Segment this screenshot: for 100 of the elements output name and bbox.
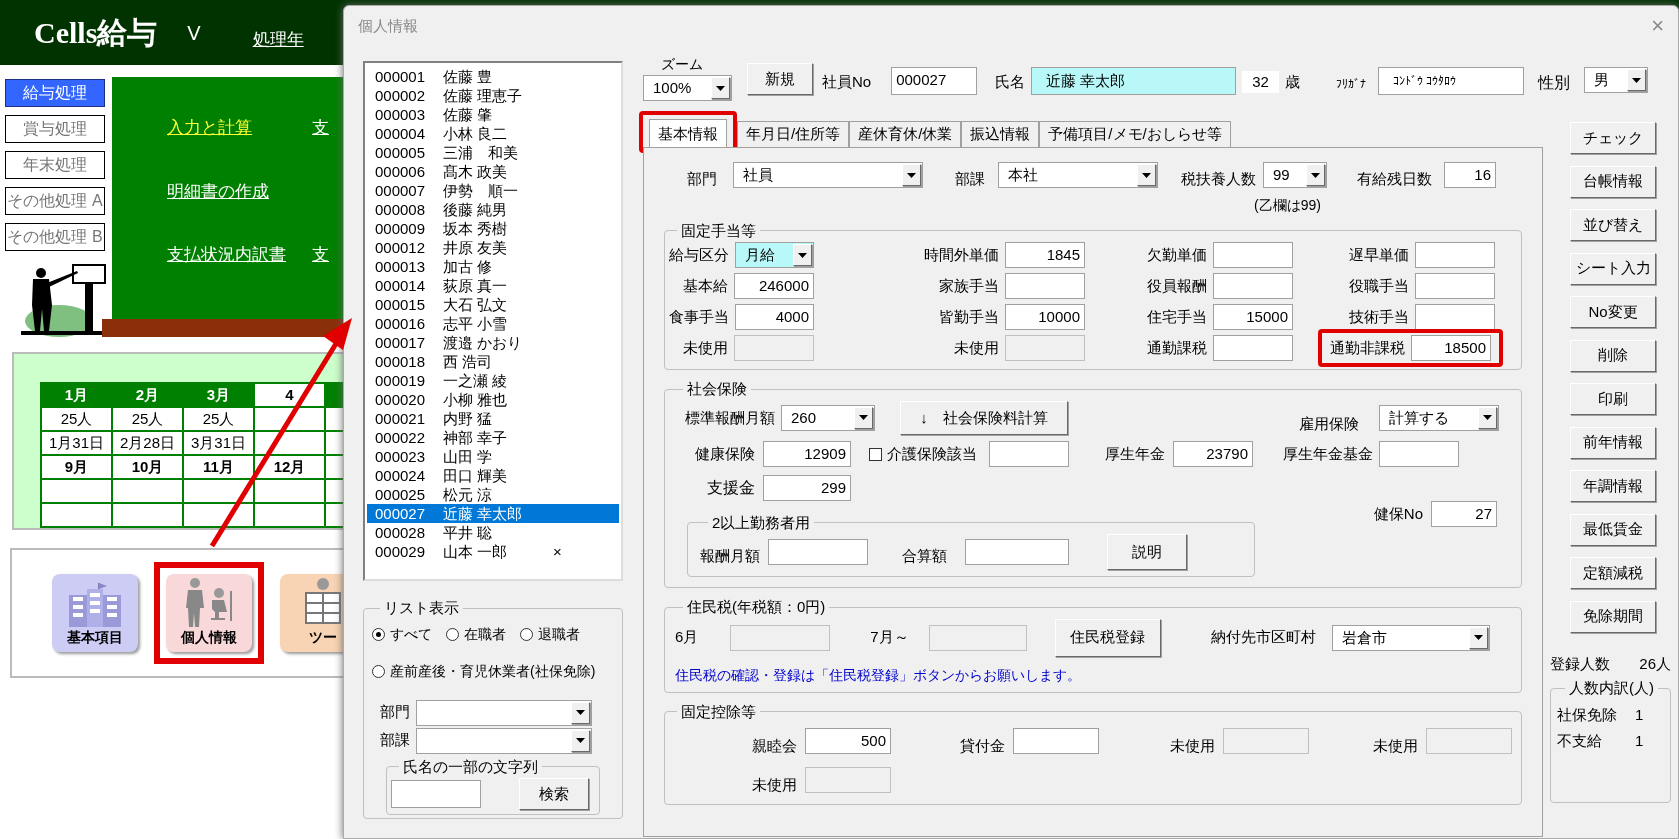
text-field[interactable]: 500 <box>805 728 891 755</box>
radio-button[interactable] <box>372 664 385 678</box>
dropdown-field[interactable]: 計算する <box>1379 404 1499 431</box>
text-field[interactable]: 18500 <box>1411 335 1491 361</box>
list-item[interactable]: 000018 西 浩司 <box>367 352 619 371</box>
dropdown-button[interactable] <box>854 406 873 429</box>
list-item[interactable]: 000003 佐藤 肇 <box>367 105 619 124</box>
dropdown-button[interactable] <box>793 244 812 266</box>
button[interactable]: 台帳情報 <box>1570 165 1656 198</box>
dropdown-button[interactable] <box>1468 626 1488 649</box>
nav-button[interactable]: 賞与処理 <box>5 115 105 143</box>
text-field[interactable] <box>1415 242 1495 268</box>
text-field[interactable]: 12909 <box>763 441 851 467</box>
dropdown-field[interactable]: 260 <box>781 404 875 431</box>
button[interactable]: 定額減税 <box>1570 557 1656 589</box>
list-item[interactable]: 000013 加古 修 <box>367 257 619 276</box>
tool-button[interactable]: 基本項目 <box>52 574 138 652</box>
tab[interactable]: 基本情報 <box>649 119 727 149</box>
text-field[interactable] <box>1213 335 1293 361</box>
text-field[interactable]: 246000 <box>734 273 814 299</box>
text-field[interactable]: 23790 <box>1173 441 1253 467</box>
list-item[interactable]: 000023 山田 学 <box>367 447 619 466</box>
list-item[interactable]: 000008 後藤 純男 <box>367 200 619 219</box>
dropdown-button[interactable] <box>1478 406 1497 429</box>
menu-link[interactable]: 入力と計算 <box>167 115 312 141</box>
dropdown-field[interactable] <box>416 727 592 754</box>
dropdown-field[interactable]: 99 <box>1263 162 1327 189</box>
tool-button[interactable]: 個人情報 <box>166 574 252 652</box>
dropdown-field[interactable]: 岩倉市 <box>1331 624 1490 651</box>
text-field[interactable]: 27 <box>1431 501 1497 527</box>
dropdown-button[interactable] <box>1626 69 1646 91</box>
nav-button[interactable]: 年末処理 <box>5 151 105 179</box>
dropdown-field[interactable] <box>416 699 592 726</box>
checkbox[interactable] <box>869 447 882 461</box>
dropdown-button[interactable] <box>1306 164 1325 187</box>
dropdown-button[interactable] <box>571 729 590 752</box>
dropdown-field[interactable]: 100% <box>643 75 732 101</box>
text-field[interactable]: 16 <box>1444 162 1496 189</box>
text-field[interactable] <box>391 780 481 808</box>
button[interactable]: 説明 <box>1107 534 1187 570</box>
text-field[interactable]: 15000 <box>1213 304 1293 330</box>
button[interactable]: ↓ 社会保険料計算 <box>900 400 1068 435</box>
nav-button[interactable]: 給与処理 <box>5 79 105 107</box>
nav-button[interactable]: その他処理 A <box>5 187 105 215</box>
text-field[interactable]: 000027 <box>891 67 978 95</box>
dropdown-field[interactable]: 本社 <box>998 162 1158 189</box>
tab[interactable]: 振込情報 <box>961 121 1040 147</box>
text-field[interactable] <box>1415 273 1495 299</box>
list-item[interactable]: 000027 近藤 幸太郎 <box>367 504 619 523</box>
button[interactable]: 最低賃金 <box>1570 513 1656 546</box>
text-field[interactable] <box>1005 273 1085 299</box>
text-field[interactable]: 1845 <box>1005 242 1085 268</box>
list-item[interactable]: 000016 志平 小雪 <box>367 314 619 333</box>
button[interactable]: 前年情報 <box>1570 426 1656 459</box>
list-item[interactable]: 000006 髙木 政美 <box>367 162 619 181</box>
list-item[interactable]: 000007 伊勢 順一 <box>367 181 619 200</box>
text-field[interactable]: 近藤 幸太郎 <box>1031 67 1237 95</box>
list-item[interactable]: 000028 平井 聡 <box>367 523 619 542</box>
tab[interactable]: 年月日/住所等 <box>737 121 850 147</box>
list-item[interactable]: 000014 荻原 真一 <box>367 276 619 295</box>
button[interactable]: 新規 <box>747 63 813 95</box>
button[interactable]: 検索 <box>519 778 589 810</box>
text-field[interactable] <box>1213 273 1293 299</box>
text-field[interactable]: 10000 <box>1005 304 1085 330</box>
text-field[interactable] <box>768 539 868 565</box>
button[interactable]: No変更 <box>1570 296 1656 328</box>
text-field[interactable] <box>1379 441 1459 467</box>
menu-link[interactable]: 支払状況内訳書 <box>167 242 312 268</box>
list-item[interactable]: 000002 佐藤 理恵子 <box>367 86 619 105</box>
text-field[interactable] <box>1213 242 1293 268</box>
text-field[interactable]: 299 <box>763 475 851 501</box>
button[interactable]: 免除期間 <box>1570 600 1656 633</box>
button[interactable]: 印刷 <box>1570 383 1656 415</box>
button[interactable]: 住民税登録 <box>1054 618 1161 657</box>
list-item[interactable]: 000012 井原 友美 <box>367 238 619 257</box>
radio-button[interactable] <box>520 627 533 641</box>
menu-link[interactable]: 明細書の作成 <box>167 178 312 204</box>
text-field[interactable] <box>965 539 1069 565</box>
list-item[interactable]: 000004 小林 良二 <box>367 124 619 143</box>
dropdown-field[interactable]: 男 <box>1583 67 1648 93</box>
list-item[interactable]: 000029 山本 一郎 × <box>367 542 619 561</box>
list-item[interactable]: 000015 大石 弘文 <box>367 295 619 314</box>
nav-button[interactable]: その他処理 B <box>5 223 105 251</box>
list-item[interactable]: 000009 坂本 秀樹 <box>367 219 619 238</box>
list-item[interactable]: 000019 一之瀬 綾 <box>367 371 619 390</box>
list-item[interactable]: 000020 小柳 雅也 <box>367 390 619 409</box>
button[interactable]: 年調情報 <box>1570 470 1656 502</box>
dropdown-button[interactable] <box>571 701 590 724</box>
dropdown-button[interactable] <box>902 164 921 187</box>
list-item[interactable]: 000022 神部 幸子 <box>367 428 619 447</box>
tab[interactable]: 予備項目/メモ/おしらせ等 <box>1039 121 1231 147</box>
list-item[interactable]: 000021 内野 猛 <box>367 409 619 428</box>
radio-button[interactable] <box>446 627 459 641</box>
tab[interactable]: 産休育休/休業 <box>849 121 962 147</box>
text-field[interactable]: 4000 <box>735 304 814 330</box>
list-item[interactable]: 000017 渡邉 かおり <box>367 333 619 352</box>
list-item[interactable]: 000005 三浦 和美 <box>367 143 619 162</box>
radio-button[interactable] <box>372 627 385 641</box>
dropdown-button[interactable] <box>1137 164 1156 187</box>
text-field[interactable] <box>1415 304 1495 330</box>
